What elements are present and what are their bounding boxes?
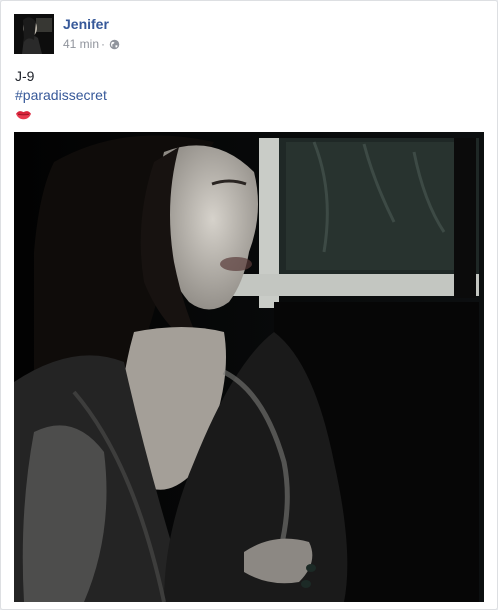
globe-icon[interactable] xyxy=(109,39,120,50)
author-name[interactable]: Jenifer xyxy=(63,16,109,32)
post-text: J-9 #paradissecret xyxy=(15,67,107,121)
post-timestamp[interactable]: 41 min xyxy=(63,37,99,51)
author-avatar[interactable] xyxy=(14,14,54,54)
post-photo[interactable] xyxy=(14,132,484,602)
post-text-line: J-9 xyxy=(15,68,35,84)
post-card: Jenifer 41 min · J-9 #paradissecret xyxy=(0,0,498,610)
post-meta: 41 min · xyxy=(63,37,120,51)
kiss-lips-icon xyxy=(15,111,32,120)
hashtag-link[interactable]: #paradissecret xyxy=(15,86,107,105)
meta-separator: · xyxy=(101,37,106,51)
